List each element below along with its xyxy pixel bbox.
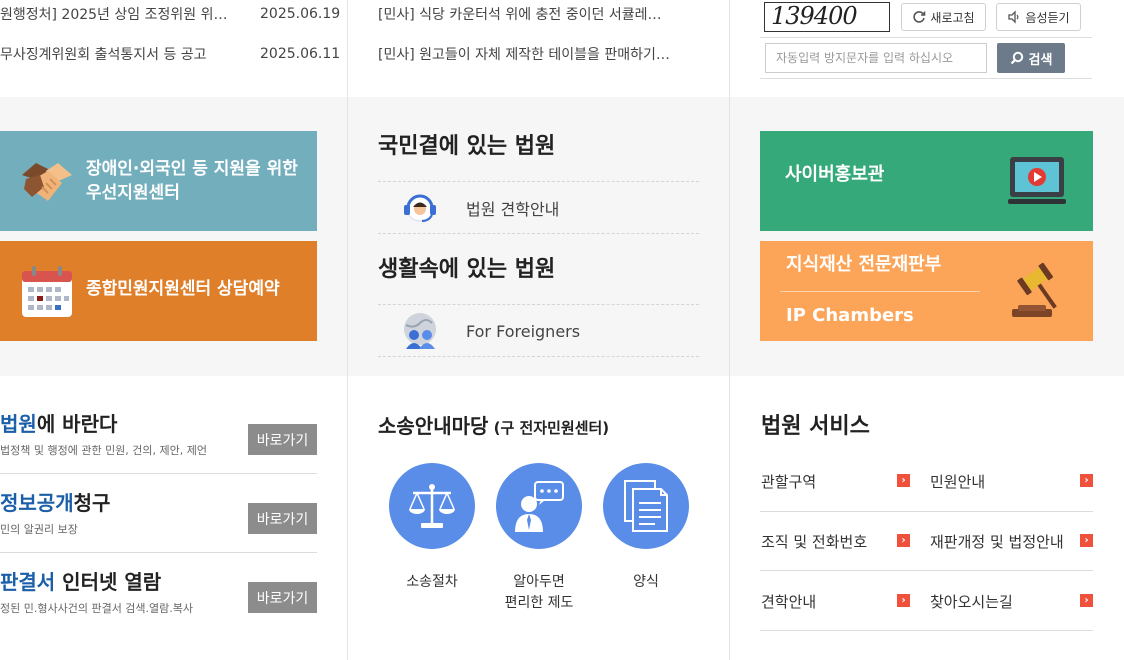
notice-item[interactable]: 무사징계위원회 출석통지서 등 공고 2025.06.11	[0, 44, 340, 66]
arrow-right-icon: ›	[897, 474, 910, 487]
litigation-guide-title: 소송안내마당 (구 전자민원센터)	[378, 414, 610, 438]
refresh-label: 새로고침	[930, 10, 975, 25]
reservation-banner[interactable]: 종합민원지원센터 상담예약	[0, 241, 317, 341]
refresh-icon	[913, 11, 926, 23]
litigation-procedure-button[interactable]	[389, 463, 475, 549]
notice-title[interactable]: 원행정처] 2025년 상임 조정위원 위…	[0, 4, 227, 24]
divider	[760, 511, 1093, 512]
service-trial-schedule[interactable]: 재판개정 및 법정안내	[930, 531, 1064, 552]
divider	[378, 233, 699, 234]
notice-item[interactable]: 원행정처] 2025년 상임 조정위원 위… 2025.06.19	[0, 4, 340, 26]
petition-title: 법원에 바란다	[0, 412, 118, 436]
judgment-view-subtitle: 정된 민.형사사건의 판결서 검색.열람.복사	[0, 602, 194, 615]
banner-line2: 우선지원센터	[86, 183, 180, 203]
notice-date: 2025.06.11	[260, 46, 341, 62]
info-disclosure-subtitle: 민의 알권리 보장	[0, 523, 78, 536]
handshake-icon	[22, 163, 72, 201]
support-center-banner[interactable]: 장애인·외국인 등 지원을 위한 우선지원센터	[0, 131, 317, 231]
service-jurisdiction[interactable]: 관할구역	[761, 471, 816, 492]
useful-system-label[interactable]: 알아두면 편리한 제도	[480, 572, 598, 614]
consultant-icon	[515, 481, 564, 532]
banner-line1: 지식재산 전문재판부	[786, 254, 942, 275]
divider	[760, 37, 1092, 38]
captcha-image: 139400	[764, 2, 890, 32]
banner-line2: IP Chambers	[786, 305, 914, 326]
captcha-input[interactable]	[765, 43, 987, 73]
item-label: For Foreigners	[466, 321, 581, 341]
arrow-right-icon: ›	[897, 534, 910, 547]
speaker-icon	[1008, 10, 1019, 24]
for-foreigners-link[interactable]: For Foreigners	[400, 311, 700, 351]
court-services-title: 법원 서비스	[761, 414, 870, 439]
divider	[780, 291, 980, 292]
info-disclosure-go-button[interactable]: 바로가기	[248, 503, 317, 534]
divider	[378, 304, 699, 305]
column-divider	[347, 0, 348, 660]
banner-line1: 장애인·외국인 등 지원을 위한	[86, 159, 298, 179]
service-directions[interactable]: 찾아오시는길	[930, 591, 1013, 612]
notice-date: 2025.06.19	[260, 6, 341, 22]
section-title: 생활속에 있는 법원	[378, 257, 556, 282]
divider	[378, 181, 699, 182]
captcha-audio-button[interactable]: 음성듣기	[996, 3, 1081, 31]
info-disclosure-title: 정보공개청구	[0, 491, 111, 515]
foreigners-globe-icon	[404, 313, 436, 349]
scales-icon	[409, 484, 455, 528]
divider	[760, 78, 1092, 79]
divider	[760, 570, 1093, 571]
calendar-icon	[22, 266, 72, 317]
precedent-item[interactable]: [민사] 식당 카운터석 위에 충전 중이던 서큘레…	[378, 4, 661, 24]
video-player-icon	[1008, 157, 1066, 204]
audio-label: 음성듣기	[1025, 10, 1070, 25]
judgment-view-title: 판결서 인터넷 열람	[0, 570, 162, 594]
arrow-right-icon: ›	[1080, 594, 1093, 607]
captcha-refresh-button[interactable]: 새로고침	[901, 3, 986, 31]
divider	[0, 552, 317, 553]
item-label: 법원 견학안내	[466, 200, 560, 219]
column-divider	[729, 0, 730, 660]
cyber-pr-banner[interactable]: 사이버홍보관	[760, 131, 1093, 231]
forms-label[interactable]: 양식	[603, 572, 689, 593]
petition-go-button[interactable]: 바로가기	[248, 424, 317, 455]
notice-title[interactable]: 무사징계위원회 출석통지서 등 공고	[0, 44, 207, 64]
headset-icon	[404, 194, 436, 222]
service-tour-guide[interactable]: 견학안내	[761, 591, 816, 612]
forms-button[interactable]	[603, 463, 689, 549]
banner-label: 사이버홍보관	[785, 164, 885, 185]
banner-label: 종합민원지원센터 상담예약	[86, 279, 280, 299]
precedent-item[interactable]: [민사] 원고들이 자체 제작한 테이블을 판매하기…	[378, 44, 670, 64]
service-organization[interactable]: 조직 및 전화번호	[761, 531, 867, 552]
divider	[0, 473, 317, 474]
judgment-view-go-button[interactable]: 바로가기	[248, 582, 317, 613]
search-label: 검색	[1028, 52, 1053, 68]
divider	[760, 630, 1093, 631]
litigation-procedure-label[interactable]: 소송절차	[389, 572, 475, 593]
petition-subtitle: 법정책 및 행정에 관한 민원, 건의, 제안, 제언	[0, 444, 208, 457]
court-tour-link[interactable]: 법원 견학안내	[400, 188, 700, 228]
useful-system-button[interactable]	[496, 463, 582, 549]
service-civil-guide[interactable]: 민원안내	[930, 471, 985, 492]
gavel-icon	[1012, 263, 1057, 317]
document-icon	[624, 480, 668, 532]
arrow-right-icon: ›	[897, 594, 910, 607]
arrow-right-icon: ›	[1080, 474, 1093, 487]
section-title: 국민곁에 있는 법원	[378, 134, 556, 159]
arrow-right-icon: ›	[1080, 534, 1093, 547]
search-button[interactable]: 검색	[997, 43, 1065, 73]
search-icon	[1010, 51, 1023, 65]
divider	[378, 356, 699, 357]
ip-chambers-banner[interactable]: 지식재산 전문재판부 IP Chambers	[760, 241, 1093, 341]
